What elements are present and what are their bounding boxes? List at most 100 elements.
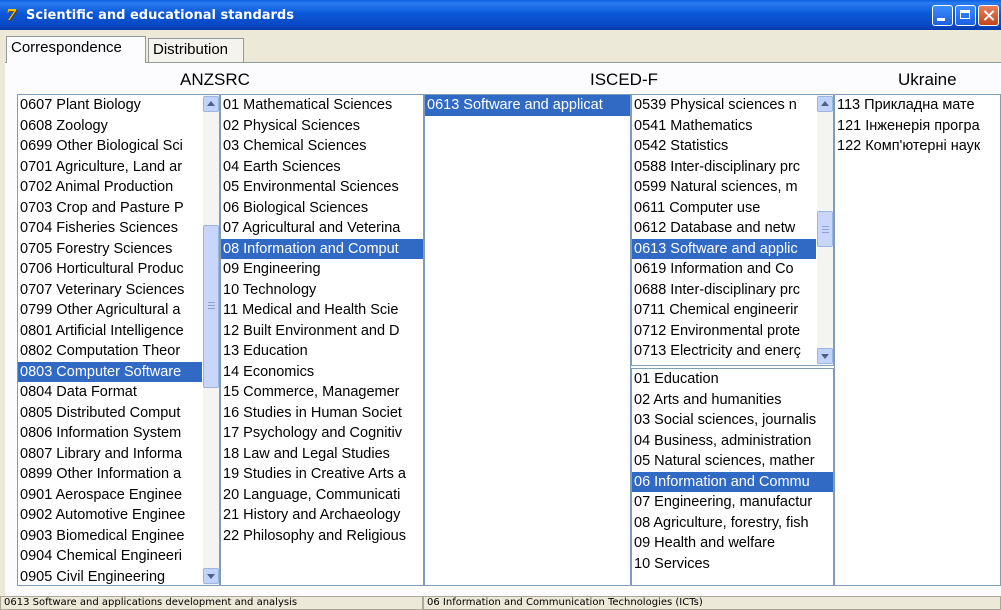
isced-detailed-item[interactable]: 0539 Physical sciences n [632, 95, 816, 116]
anzsrc-field-item[interactable]: 0799 Other Agricultural a [18, 300, 202, 321]
anzsrc-division-item[interactable]: 06 Biological Sciences [221, 198, 423, 219]
isced-broad-item[interactable]: 07 Engineering, manufactur [632, 492, 833, 513]
anzsrc-division-item[interactable]: 18 Law and Legal Studies [221, 444, 423, 465]
isced-detailed-item[interactable]: 0542 Statistics [632, 136, 816, 157]
anzsrc-division-item[interactable]: 10 Technology [221, 280, 423, 301]
anzsrc-field-item[interactable]: 0704 Fisheries Sciences [18, 218, 202, 239]
anzsrc-field-item[interactable]: 0608 Zoology [18, 116, 202, 137]
isced-detailed-item[interactable]: 0619 Information and Co [632, 259, 816, 280]
anzsrc-field-item[interactable]: 0807 Library and Informa [18, 444, 202, 465]
anzsrc-field-item[interactable]: 0701 Agriculture, Land ar [18, 157, 202, 178]
isced-detailed-item[interactable]: 0713 Electricity and enerç [632, 341, 816, 362]
anzsrc-field-item[interactable]: 0905 Civil Engineering [18, 567, 202, 586]
anzsrc-field-item[interactable]: 0699 Other Biological Sci [18, 136, 202, 157]
anzsrc-division-item[interactable]: 02 Physical Sciences [221, 116, 423, 137]
anzsrc-field-item[interactable]: 0706 Horticultural Produc [18, 259, 202, 280]
anzsrc-division-item[interactable]: 13 Education [221, 341, 423, 362]
anzsrc-field-item[interactable]: 0804 Data Format [18, 382, 202, 403]
window-title: Scientific and educational standards [26, 8, 294, 23]
isced-detailed-item[interactable]: 0712 Environmental prote [632, 321, 816, 342]
status-right: 06 Information and Communication Technol… [423, 596, 1001, 610]
ukraine-specialty-item[interactable]: 121 Інженерія програ [835, 116, 1000, 137]
anzsrc-division-item[interactable]: 19 Studies in Creative Arts a [221, 464, 423, 485]
anzsrc-field-item[interactable]: 0904 Chemical Engineeri [18, 546, 202, 567]
anzsrc-field-item[interactable]: 0902 Automotive Enginee [18, 505, 202, 526]
isced-detailed-item[interactable]: 0588 Inter-disciplinary prc [632, 157, 816, 178]
anzsrc-division-item[interactable]: 20 Language, Communicati [221, 485, 423, 506]
isced-detailed-item[interactable]: 0541 Mathematics [632, 116, 816, 137]
anzsrc-field-item[interactable]: 0806 Information System [18, 423, 202, 444]
anzsrc-field-item[interactable]: 0707 Veterinary Sciences [18, 280, 202, 301]
scroll-down-button[interactable] [203, 568, 219, 584]
scroll-up-button[interactable] [203, 96, 219, 112]
anzsrc-division-item[interactable]: 01 Mathematical Sciences [221, 95, 423, 116]
maximize-button[interactable] [955, 5, 976, 26]
title-bar[interactable]: 7 Scientific and educational standards [0, 0, 1001, 30]
isced-detailed-item[interactable]: 0711 Chemical engineerir [632, 300, 816, 321]
arrow-up-icon [207, 101, 215, 106]
minimize-button[interactable] [932, 5, 953, 26]
anzsrc-division-item[interactable]: 17 Psychology and Cognitiv [221, 423, 423, 444]
isced-broad-list[interactable]: 01 Education 02 Arts and humanities 03 Soc… [631, 368, 834, 586]
anzsrc-field-item[interactable]: 0803 Computer Software [18, 361, 202, 382]
anzsrc-field-item[interactable]: 0805 Distributed Comput [18, 403, 202, 424]
anzsrc-division-item[interactable]: 08 Information and Comput [221, 238, 423, 259]
isced-broad-item[interactable]: 03 Social sciences, journalis [632, 410, 833, 431]
anzsrc-division-item[interactable]: 11 Medical and Health Scie [221, 300, 423, 321]
isced-broad-item[interactable]: 04 Business, administration [632, 431, 833, 452]
isced-broad-item[interactable]: 08 Agriculture, forestry, fish [632, 513, 833, 534]
anzsrc-field-item[interactable]: 0903 Biomedical Enginee [18, 526, 202, 547]
anzsrc-fields-list[interactable]: 0607 Plant Biology 0608 Zoology 0699 Other… [17, 94, 220, 586]
scroll-up-button[interactable] [817, 96, 833, 112]
scroll-thumb[interactable] [817, 211, 833, 247]
anzsrc-field-item[interactable]: 0607 Plant Biology [18, 95, 202, 116]
correspondence-item[interactable]: 0613 Software and applicat [425, 95, 630, 116]
isced-broad-item[interactable]: 05 Natural sciences, mather [632, 451, 833, 472]
anzsrc-division-item[interactable]: 09 Engineering [221, 259, 423, 280]
tab-distribution[interactable]: Distribution [148, 38, 244, 62]
anzsrc-field-item[interactable]: 0705 Forestry Sciences [18, 239, 202, 260]
isced-broad-item[interactable]: 02 Arts and humanities [632, 390, 833, 411]
ukraine-specialty-item[interactable]: 113 Прикладна мате [835, 95, 1000, 116]
isced-broad-item[interactable]: 06 Information and Commu [632, 471, 833, 492]
vertical-scrollbar[interactable] [817, 95, 833, 365]
isced-detailed-item[interactable]: 0613 Software and applic [632, 238, 816, 259]
anzsrc-division-item[interactable]: 12 Built Environment and D [221, 321, 423, 342]
anzsrc-field-item[interactable]: 0702 Animal Production [18, 177, 202, 198]
anzsrc-division-item[interactable]: 21 History and Archaeology [221, 505, 423, 526]
ukraine-list[interactable]: 113 Прикладна мате 121 Інженерія програ 12… [834, 94, 1001, 586]
isced-broad-item[interactable]: 01 Education [632, 369, 833, 390]
ukraine-specialty-item[interactable]: 122 Комп'ютерні наук [835, 136, 1000, 157]
status-bar: 0613 Software and applications developme… [0, 596, 1001, 610]
isced-detailed-list[interactable]: 0539 Physical sciences n 0541 Mathematics… [631, 94, 834, 366]
isced-broad-item[interactable]: 09 Health and welfare [632, 533, 833, 554]
scroll-thumb[interactable] [203, 225, 219, 388]
vertical-scrollbar[interactable] [203, 95, 219, 585]
arrow-up-icon [821, 101, 829, 106]
scroll-down-button[interactable] [817, 348, 833, 364]
ukraine-header: Ukraine [898, 70, 957, 89]
anzsrc-division-item[interactable]: 16 Studies in Human Societ [221, 403, 423, 424]
correspondence-list[interactable]: 0613 Software and applicat [424, 94, 631, 586]
anzsrc-division-item[interactable]: 14 Economics [221, 362, 423, 383]
anzsrc-division-item[interactable]: 04 Earth Sciences [221, 157, 423, 178]
anzsrc-field-item[interactable]: 0901 Aerospace Enginee [18, 485, 202, 506]
anzsrc-division-item[interactable]: 07 Agricultural and Veterina [221, 218, 423, 239]
anzsrc-field-item[interactable]: 0801 Artificial Intelligence [18, 321, 202, 342]
isced-detailed-item[interactable]: 0611 Computer use [632, 198, 816, 219]
anzsrc-division-item[interactable]: 05 Environmental Sciences [221, 177, 423, 198]
isced-detailed-item[interactable]: 0599 Natural sciences, m [632, 177, 816, 198]
anzsrc-division-item[interactable]: 03 Chemical Sciences [221, 136, 423, 157]
tab-correspondence[interactable]: Correspondence [6, 36, 146, 63]
anzsrc-divisions-list[interactable]: 01 Mathematical Sciences 02 Physical Scie… [220, 94, 424, 586]
anzsrc-field-item[interactable]: 0802 Computation Theor [18, 341, 202, 362]
isced-broad-item[interactable]: 10 Services [632, 554, 833, 575]
isced-detailed-item[interactable]: 0688 Inter-disciplinary prc [632, 280, 816, 301]
status-left: 0613 Software and applications developme… [0, 596, 423, 610]
anzsrc-field-item[interactable]: 0899 Other Information a [18, 464, 202, 485]
anzsrc-division-item[interactable]: 15 Commerce, Managemer [221, 382, 423, 403]
isced-detailed-item[interactable]: 0612 Database and netw [632, 218, 816, 239]
anzsrc-division-item[interactable]: 22 Philosophy and Religious [221, 526, 423, 547]
anzsrc-field-item[interactable]: 0703 Crop and Pasture P [18, 198, 202, 219]
close-button[interactable] [978, 5, 999, 26]
